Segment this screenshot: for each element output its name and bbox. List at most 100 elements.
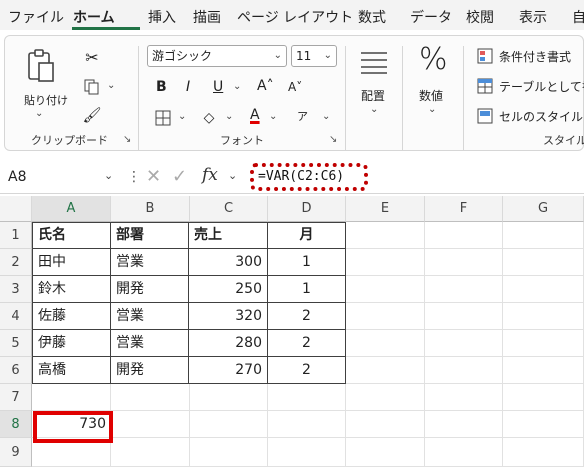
row-header-3[interactable]: 3 bbox=[0, 276, 32, 303]
table-cell[interactable]: 320 bbox=[188, 302, 268, 330]
formula-input[interactable]: =VAR(C2:C6) bbox=[250, 163, 368, 191]
phonetic-button[interactable]: ア bbox=[297, 108, 308, 124]
tab-page-layout[interactable]: ページ レイアウト bbox=[237, 7, 353, 27]
row-header-6[interactable]: 6 bbox=[0, 357, 32, 384]
fill-color-icon[interactable]: ◇ bbox=[198, 108, 220, 128]
tab-more[interactable]: 自 bbox=[572, 7, 584, 27]
grid-cell[interactable] bbox=[425, 303, 503, 330]
grid-cell[interactable] bbox=[346, 411, 425, 438]
tab-formulas[interactable]: 数式 bbox=[358, 7, 386, 27]
row-header-5[interactable]: 5 bbox=[0, 330, 32, 357]
tab-insert[interactable]: 挿入 bbox=[148, 7, 176, 27]
number-label[interactable]: 数値 bbox=[419, 87, 443, 104]
table-header-sales[interactable]: 売上 bbox=[188, 222, 268, 249]
table-cell[interactable]: 鈴木 bbox=[32, 275, 111, 303]
paste-dropdown-icon[interactable]: ⌄ bbox=[35, 108, 43, 119]
italic-button[interactable]: I bbox=[186, 79, 190, 95]
cut-icon[interactable]: ✂ bbox=[81, 46, 103, 68]
grid-cell[interactable] bbox=[190, 411, 268, 438]
insert-function-button[interactable]: fx bbox=[202, 165, 218, 185]
column-header-b[interactable]: B bbox=[111, 196, 190, 222]
font-launcher-icon[interactable]: ↘ bbox=[329, 134, 337, 145]
chevron-down-icon[interactable]: ⌄ bbox=[228, 169, 237, 182]
format-as-table-button[interactable]: テーブルとして書 bbox=[499, 78, 584, 95]
table-header-dept[interactable]: 部署 bbox=[110, 222, 189, 249]
tab-data[interactable]: データ bbox=[410, 7, 452, 27]
underline-button[interactable]: U bbox=[213, 79, 223, 95]
cell-styles-icon[interactable] bbox=[477, 108, 493, 124]
grid-cell[interactable] bbox=[346, 276, 425, 303]
grid-cell[interactable] bbox=[425, 249, 503, 276]
table-cell[interactable]: 営業 bbox=[110, 248, 189, 276]
grid-cell[interactable] bbox=[346, 357, 425, 384]
fill-dropdown-icon[interactable]: ⌄ bbox=[225, 111, 233, 122]
grid-cell[interactable] bbox=[268, 384, 346, 411]
font-size-box[interactable]: 11 ⌄ bbox=[291, 45, 337, 67]
grid-cell[interactable] bbox=[503, 411, 584, 438]
grid-cell[interactable] bbox=[503, 249, 584, 276]
underline-dropdown-icon[interactable]: ⌄ bbox=[233, 81, 241, 92]
grid-cell[interactable] bbox=[268, 411, 346, 438]
row-header-4[interactable]: 4 bbox=[0, 303, 32, 330]
grid-cell[interactable] bbox=[111, 438, 190, 467]
table-cell[interactable]: 田中 bbox=[32, 248, 111, 276]
grid-cell[interactable] bbox=[268, 438, 346, 467]
table-cell[interactable]: 営業 bbox=[110, 302, 189, 330]
tab-file[interactable]: ファイル bbox=[8, 7, 64, 27]
alignment-label[interactable]: 配置 bbox=[361, 87, 385, 104]
table-cell[interactable]: 伊藤 bbox=[32, 329, 111, 357]
column-header-e[interactable]: E bbox=[346, 196, 425, 222]
grid-cell[interactable] bbox=[425, 357, 503, 384]
grid-cell[interactable] bbox=[503, 276, 584, 303]
column-header-d[interactable]: D bbox=[268, 196, 346, 222]
table-cell[interactable]: 2 bbox=[267, 302, 346, 330]
table-header-month[interactable]: 月 bbox=[267, 222, 346, 249]
tab-review[interactable]: 校閲 bbox=[466, 7, 494, 27]
grid-cell[interactable] bbox=[425, 411, 503, 438]
grow-font-button[interactable]: A˄ bbox=[257, 78, 274, 94]
format-painter-icon[interactable]: 🖌 bbox=[81, 104, 103, 126]
tab-view[interactable]: 表示 bbox=[519, 7, 547, 27]
copy-icon[interactable] bbox=[81, 76, 103, 98]
cell-styles-button[interactable]: セルのスタイル bbox=[499, 108, 583, 125]
table-cell[interactable]: 270 bbox=[188, 356, 268, 384]
clipboard-launcher-icon[interactable]: ↘ bbox=[123, 134, 131, 145]
column-header-c[interactable]: C bbox=[190, 196, 268, 222]
column-header-f[interactable]: F bbox=[425, 196, 503, 222]
grid-cell[interactable] bbox=[346, 249, 425, 276]
copy-dropdown-icon[interactable]: ⌄ bbox=[107, 80, 115, 91]
table-cell[interactable]: 開発 bbox=[110, 356, 189, 384]
grid-cell[interactable] bbox=[346, 438, 425, 467]
grid-cell[interactable] bbox=[425, 330, 503, 357]
select-all-corner[interactable] bbox=[0, 196, 32, 222]
grid-cell[interactable] bbox=[32, 384, 111, 411]
border-dropdown-icon[interactable]: ⌄ bbox=[178, 111, 186, 122]
percent-icon[interactable]: % bbox=[419, 42, 448, 77]
number-dropdown-icon[interactable]: ⌄ bbox=[428, 104, 436, 115]
chevron-down-icon[interactable]: ⌄ bbox=[104, 169, 113, 182]
phonetic-dropdown-icon[interactable]: ⌄ bbox=[322, 111, 330, 122]
bold-button[interactable]: B bbox=[156, 79, 167, 95]
grid-cell[interactable] bbox=[425, 276, 503, 303]
shrink-font-button[interactable]: A˅ bbox=[288, 80, 302, 94]
grid-cell[interactable] bbox=[346, 303, 425, 330]
tab-draw[interactable]: 描画 bbox=[193, 7, 221, 27]
grid-cell[interactable] bbox=[111, 411, 190, 438]
table-cell[interactable]: 2 bbox=[267, 329, 346, 357]
table-cell[interactable]: 営業 bbox=[110, 329, 189, 357]
column-header-a[interactable]: A bbox=[32, 196, 111, 222]
format-as-table-icon[interactable] bbox=[477, 78, 493, 94]
table-cell[interactable]: 2 bbox=[267, 356, 346, 384]
cancel-icon[interactable]: ✕ bbox=[146, 166, 161, 187]
row-header-7[interactable]: 7 bbox=[0, 384, 32, 411]
more-options-icon[interactable]: ⋮ bbox=[127, 169, 141, 185]
font-name-box[interactable]: 游ゴシック ⌄ bbox=[147, 45, 287, 67]
grid-cell[interactable] bbox=[346, 384, 425, 411]
table-cell[interactable]: 280 bbox=[188, 329, 268, 357]
table-cell[interactable]: 1 bbox=[267, 275, 346, 303]
table-header-name[interactable]: 氏名 bbox=[32, 222, 111, 249]
row-header-1[interactable]: 1 bbox=[0, 222, 32, 249]
conditional-format-icon[interactable] bbox=[477, 48, 493, 64]
conditional-format-button[interactable]: 条件付き書式 bbox=[499, 48, 571, 65]
table-cell[interactable]: 佐藤 bbox=[32, 302, 111, 330]
